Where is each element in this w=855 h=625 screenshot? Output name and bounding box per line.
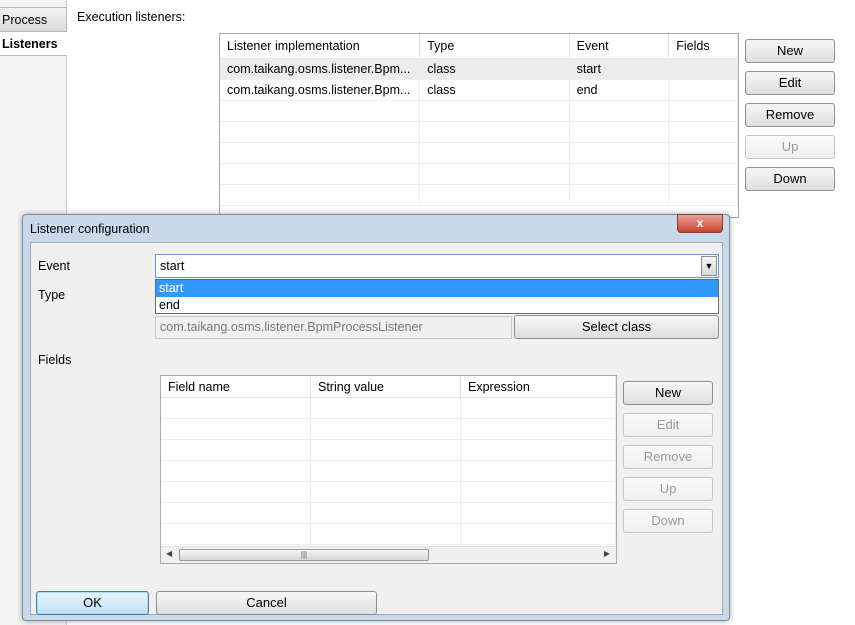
- column-header[interactable]: Type: [420, 34, 570, 58]
- table-header: Field name String value Expression: [161, 376, 616, 398]
- event-label: Event: [38, 259, 70, 273]
- tab-listeners[interactable]: Listeners: [0, 32, 67, 56]
- type-label: Type: [38, 288, 66, 302]
- edit-listener-button[interactable]: Edit: [745, 71, 835, 95]
- up-field-button[interactable]: Up: [623, 477, 713, 501]
- dropdown-option-start[interactable]: start: [156, 280, 718, 297]
- dialog-body: Event start ▼ start end Type com.taikang…: [30, 242, 723, 615]
- down-listener-button[interactable]: Down: [745, 167, 835, 191]
- down-field-button[interactable]: Down: [623, 509, 713, 533]
- column-header[interactable]: Listener implementation: [220, 34, 421, 58]
- column-header[interactable]: String value: [311, 376, 461, 397]
- table-cell: class: [420, 59, 570, 79]
- table-cell: class: [420, 80, 570, 100]
- empty-row: [220, 164, 738, 185]
- empty-row: [220, 122, 738, 143]
- column-header[interactable]: Field name: [161, 376, 311, 397]
- empty-row: [161, 503, 616, 524]
- empty-row: [161, 482, 616, 503]
- listeners-table[interactable]: Listener implementation Type Event Field…: [219, 33, 739, 218]
- table-cell: com.taikang.osms.listener.Bpm...: [220, 59, 421, 79]
- empty-row: [220, 185, 738, 206]
- empty-row: [161, 419, 616, 440]
- dialog-title: Listener configuration: [30, 222, 150, 236]
- column-header[interactable]: Event: [570, 34, 670, 58]
- empty-row: [220, 101, 738, 122]
- close-button[interactable]: x: [677, 214, 723, 233]
- ok-button[interactable]: OK: [36, 591, 149, 615]
- empty-row: [220, 143, 738, 164]
- new-listener-button[interactable]: New: [745, 39, 835, 63]
- class-name-field: com.taikang.osms.listener.BpmProcessList…: [155, 316, 512, 339]
- empty-row: [161, 398, 616, 419]
- new-field-button[interactable]: New: [623, 381, 713, 405]
- column-header[interactable]: Expression: [461, 376, 616, 397]
- event-select-value: start: [160, 259, 185, 273]
- scroll-thumb[interactable]: |||: [179, 549, 429, 561]
- execution-listeners-label: Execution listeners:: [77, 10, 186, 24]
- table-row[interactable]: com.taikang.osms.listener.Bpm... class e…: [220, 80, 738, 101]
- event-dropdown-list: start end: [155, 279, 719, 314]
- table-row[interactable]: com.taikang.osms.listener.Bpm... class s…: [220, 59, 738, 80]
- listener-configuration-dialog: Listener configuration x Event start ▼ s…: [22, 214, 730, 621]
- cancel-button[interactable]: Cancel: [156, 591, 377, 615]
- edit-field-button[interactable]: Edit: [623, 413, 713, 437]
- empty-row: [161, 524, 616, 545]
- up-listener-button[interactable]: Up: [745, 135, 835, 159]
- event-select[interactable]: start ▼: [155, 254, 719, 278]
- chevron-down-icon[interactable]: ▼: [701, 256, 717, 276]
- scroll-left-icon[interactable]: ◀: [166, 549, 172, 558]
- horizontal-scrollbar[interactable]: ◀ ||| ▶: [161, 546, 616, 563]
- fields-table[interactable]: Field name String value Expression ◀ |||…: [160, 375, 617, 564]
- table-header: Listener implementation Type Event Field…: [220, 34, 738, 59]
- remove-field-button[interactable]: Remove: [623, 445, 713, 469]
- dropdown-option-end[interactable]: end: [156, 297, 718, 314]
- close-icon: x: [696, 216, 704, 230]
- table-cell: end: [570, 80, 670, 100]
- remove-listener-button[interactable]: Remove: [745, 103, 835, 127]
- table-cell: [669, 59, 738, 79]
- table-cell: [669, 80, 738, 100]
- tab-process[interactable]: Process: [0, 7, 67, 32]
- table-cell: com.taikang.osms.listener.Bpm...: [220, 80, 421, 100]
- empty-row: [161, 461, 616, 482]
- column-header[interactable]: Fields: [669, 34, 738, 58]
- table-cell: start: [570, 59, 670, 79]
- scroll-right-icon[interactable]: ▶: [604, 549, 610, 558]
- select-class-button[interactable]: Select class: [514, 315, 719, 339]
- empty-row: [161, 440, 616, 461]
- fields-label: Fields: [38, 353, 72, 367]
